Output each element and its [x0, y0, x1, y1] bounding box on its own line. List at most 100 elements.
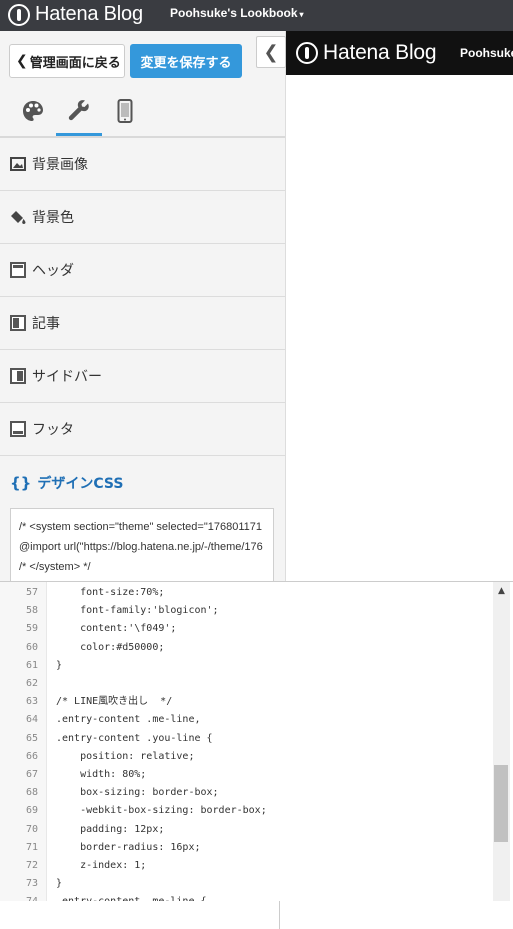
- preview-blog-title[interactable]: Poohsuke's: [460, 46, 513, 60]
- line-number: 74: [0, 893, 38, 901]
- line-text: width: 80%;: [56, 769, 147, 780]
- code-line[interactable]: 57 font-size:70%;: [0, 584, 490, 602]
- line-text: color:#d50000;: [56, 641, 165, 653]
- menu-label: 背景画像: [32, 157, 88, 173]
- line-text: border-radius: 16px;: [56, 841, 201, 853]
- line-number: 58: [25, 605, 38, 617]
- css-code-editor[interactable]: 57 font-size:70%; 58 font-family:'blogico…: [0, 581, 513, 901]
- line-number: 67: [25, 769, 38, 780]
- editor-scrollbar[interactable]: ▲: [493, 582, 510, 901]
- menu-background-image[interactable]: 背景画像: [0, 138, 285, 191]
- paint-bucket-icon: [11, 211, 26, 224]
- chevron-left-icon: ❮: [16, 53, 28, 69]
- menu-footer[interactable]: フッタ: [0, 403, 285, 456]
- code-line[interactable]: 67 width: 80%;: [0, 766, 490, 784]
- line-text: .entry-content .me-line {: [56, 893, 207, 901]
- menu-label: サイドバー: [32, 369, 102, 385]
- preview-hatena-logo: Hatena Blog: [296, 41, 437, 65]
- line-number: 69: [25, 805, 38, 817]
- line-text: z-index: 1;: [56, 860, 147, 871]
- menu-background-color[interactable]: 背景色: [0, 191, 285, 244]
- line-text: .entry-content .you-line {: [56, 732, 213, 744]
- line-text: .entry-content .me-line,: [56, 714, 201, 726]
- menu-label: デザインCSS: [37, 475, 124, 492]
- divider: [279, 901, 280, 929]
- line-number: 62: [25, 678, 38, 689]
- line-number: 63: [25, 696, 38, 708]
- collapse-panel-button[interactable]: ❮: [256, 36, 286, 68]
- caret-down-icon: ▾: [299, 10, 304, 19]
- code-line[interactable]: 66 position: relative;: [0, 748, 490, 766]
- menu-label: ヘッダ: [32, 263, 74, 279]
- chevron-left-icon: ❮: [263, 41, 279, 63]
- code-line[interactable]: 64 .entry-content .me-line,: [0, 711, 490, 729]
- code-line[interactable]: 60 color:#d50000;: [0, 639, 490, 657]
- line-number: 64: [25, 714, 38, 726]
- menu-design-css[interactable]: {} デザインCSS: [0, 456, 285, 509]
- bottom-strip: [0, 901, 513, 929]
- menu-header[interactable]: ヘッダ: [0, 244, 285, 297]
- sidebar-layout-icon: [10, 368, 26, 384]
- line-number: 68: [25, 787, 38, 799]
- preview-header-bar: Hatena Blog Poohsuke's: [286, 31, 513, 75]
- line-number: 72: [25, 860, 38, 871]
- back-button-label: 管理画面に戻る: [29, 55, 121, 71]
- code-line[interactable]: 65 .entry-content .you-line {: [0, 730, 490, 748]
- line-text: /* LINE風吹き出し */: [56, 696, 173, 708]
- blog-title-menu[interactable]: Poohsuke's Lookbook ▾: [170, 6, 304, 20]
- save-button-label: 変更を保存する: [140, 55, 232, 71]
- code-line[interactable]: 61}: [0, 657, 490, 675]
- line-number: 70: [25, 823, 38, 835]
- customize-panel: ❮ 管理画面に戻る 変更を保存する 背景画像 背景色 ヘッダ 記事 サイドバー …: [0, 31, 286, 581]
- line-text: box-sizing: border-box;: [56, 787, 219, 799]
- line-number: 65: [25, 732, 38, 744]
- code-line[interactable]: 68 box-sizing: border-box;: [0, 784, 490, 802]
- code-line[interactable]: 69 -webkit-box-sizing: border-box;: [0, 802, 490, 820]
- line-text: font-family:'blogicon';: [56, 605, 219, 617]
- line-text: padding: 12px;: [56, 823, 165, 835]
- tab-customize[interactable]: [56, 86, 102, 136]
- preview-logo-text: Hatena Blog: [323, 41, 437, 64]
- customize-tabs: [0, 86, 285, 136]
- scroll-thumb[interactable]: [494, 765, 508, 842]
- menu-label: 背景色: [32, 210, 74, 226]
- top-bar: Hatena Blog Poohsuke's Lookbook ▾: [0, 0, 513, 31]
- line-number: 66: [25, 750, 38, 762]
- menu-label: 記事: [32, 316, 60, 332]
- menu-article[interactable]: 記事: [0, 297, 285, 350]
- blog-preview: Hatena Blog Poohsuke's: [286, 31, 513, 581]
- palette-icon: [23, 101, 43, 121]
- line-number: 61: [25, 659, 38, 671]
- line-number: 60: [25, 641, 38, 653]
- code-line[interactable]: 73}: [0, 875, 490, 893]
- tab-theme[interactable]: [10, 86, 56, 136]
- line-text: }: [56, 659, 63, 671]
- code-line[interactable]: 72 z-index: 1;: [0, 857, 490, 875]
- hatena-logo-icon: [296, 42, 318, 64]
- code-line[interactable]: 70 padding: 12px;: [0, 821, 490, 839]
- code-line[interactable]: 59 content:'\f049';: [0, 620, 490, 638]
- line-number: 73: [25, 878, 38, 890]
- css-braces-icon: {}: [10, 473, 32, 492]
- line-number: 59: [25, 623, 38, 635]
- scroll-up-arrow-icon[interactable]: ▲: [493, 586, 510, 600]
- menu-sidebar[interactable]: サイドバー: [0, 350, 285, 403]
- code-line[interactable]: 71 border-radius: 16px;: [0, 839, 490, 857]
- hatena-blog-logo[interactable]: Hatena Blog: [8, 3, 143, 26]
- line-text: font-size:70%;: [56, 587, 165, 598]
- tab-smartphone[interactable]: [102, 86, 148, 136]
- line-number: 71: [25, 841, 38, 853]
- code-line[interactable]: 63 /* LINE風吹き出し */: [0, 693, 490, 711]
- code-line[interactable]: 74 .entry-content .me-line {: [0, 893, 490, 901]
- code-line[interactable]: 58 font-family:'blogicon';: [0, 602, 490, 620]
- line-text: position: relative;: [56, 750, 195, 762]
- wrench-icon: [68, 99, 89, 120]
- back-to-dashboard-button[interactable]: ❮ 管理画面に戻る: [9, 44, 125, 78]
- code-line[interactable]: 62: [0, 675, 490, 693]
- line-text: }: [56, 878, 63, 890]
- hatena-logo-icon: [8, 3, 30, 26]
- image-icon: [10, 157, 26, 171]
- save-changes-button[interactable]: 変更を保存する: [130, 44, 242, 78]
- css-textarea-preview[interactable]: /* <system section="theme" selected="176…: [10, 508, 274, 581]
- line-text: -webkit-box-sizing: border-box;: [56, 805, 267, 817]
